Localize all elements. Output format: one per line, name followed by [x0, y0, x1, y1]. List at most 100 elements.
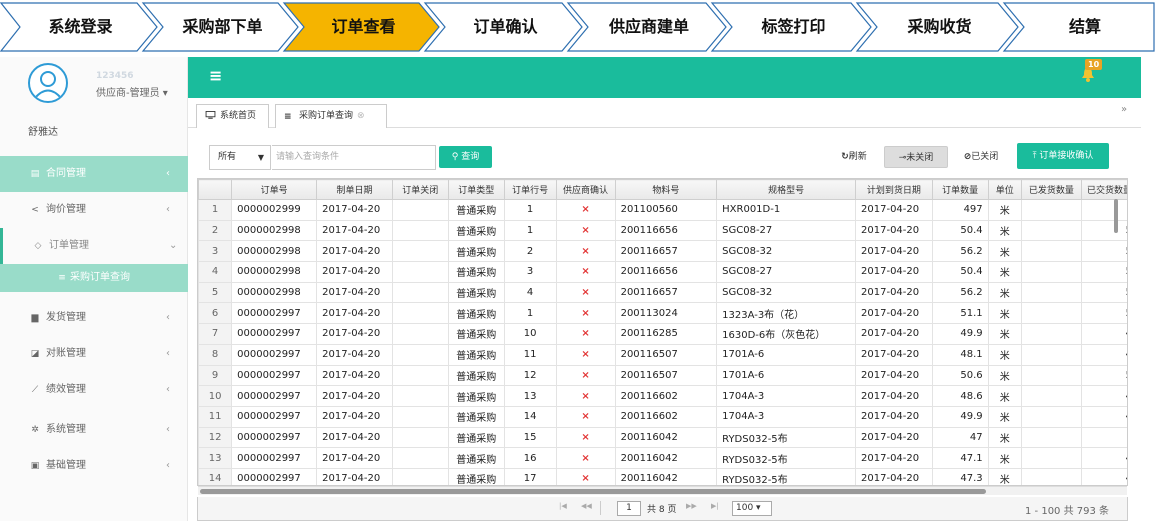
row-number: 12 [198, 426, 233, 449]
table-row[interactable]: 14 0000002997 2017-04-20 普通采购 17 × 200116042 RY… [198, 467, 1127, 485]
close-icon[interactable]: ⊗ [357, 111, 365, 121]
unclosed-filter-button[interactable]: ⊸未关闭 [884, 146, 948, 168]
table-row[interactable]: 12 0000002997 2017-04-20 普通采购 15 × 200116042 RY… [198, 426, 1127, 449]
column-header[interactable]: 供应商确认 [555, 179, 616, 200]
table-cell [1020, 199, 1082, 221]
avatar[interactable] [28, 63, 68, 103]
row-number: 10 [198, 385, 233, 407]
book-icon: ◪ [30, 349, 40, 359]
unconfirmed-icon: × [555, 261, 616, 283]
pager: |◀ ◀◀ 1 共 8 页 ▶▶ ▶| 100 ▾ 1 - 100 共 793 … [197, 497, 1128, 521]
prev-page-icon[interactable]: ◀◀ [581, 502, 592, 510]
table-row[interactable]: 3 0000002998 2017-04-20 普通采购 2 × 200116657 SGC0… [198, 240, 1127, 263]
closed-filter-button[interactable]: ⊘已关闭 [952, 146, 1010, 168]
sidebar-item-inquiry[interactable]: < 询价管理 ‹ [0, 192, 188, 228]
confirm-label: 订单接收确认 [1039, 151, 1094, 161]
column-header[interactable]: 订单号 [231, 179, 318, 200]
refresh-button[interactable]: ↻刷新 [832, 146, 876, 168]
table-row[interactable]: 13 0000002997 2017-04-20 普通采购 16 × 200116042 RY… [198, 447, 1127, 469]
sidebar-item-reconciliation[interactable]: ◪ 对账管理 ‹ [0, 336, 188, 372]
sidebar-subitem-purchase-order-query[interactable]: ≡ 采购订单查询 [0, 264, 188, 292]
column-header[interactable]: 单位 [987, 179, 1022, 200]
row-number: 1 [198, 199, 233, 221]
table-row[interactable]: 7 0000002997 2017-04-20 普通采购 10 × 200116285 163… [198, 323, 1127, 345]
doc-icon: ▣ [30, 461, 40, 471]
column-header[interactable]: 物料号 [614, 179, 718, 200]
page-size-select[interactable]: 100 ▾ [732, 501, 772, 516]
table-row[interactable]: 4 0000002998 2017-04-20 普通采购 3 × 200116656 SGC0… [198, 261, 1127, 283]
column-header[interactable]: 订单关闭 [391, 179, 449, 200]
sidebar-item-performance[interactable]: ⟋ 绩效管理 ‹ [0, 372, 188, 408]
first-page-icon[interactable]: |◀ [559, 502, 567, 510]
table-row[interactable]: 10 0000002997 2017-04-20 普通采购 13 × 200116602 17… [198, 385, 1127, 407]
chevron-left-icon: ‹ [166, 348, 170, 359]
table-cell: 0000002997 [231, 405, 318, 428]
table-cell: 米 [987, 364, 1022, 387]
column-header[interactable]: 制单日期 [316, 179, 393, 200]
next-page-icon[interactable]: ▶▶ [686, 502, 697, 510]
table-cell: 49.9 [931, 323, 989, 345]
table-cell: 普通采购 [447, 364, 505, 387]
pager-divider [600, 501, 601, 515]
table-row[interactable]: 8 0000002997 2017-04-20 普通采购 11 × 200116507 170… [198, 343, 1127, 366]
table-cell: 14 [503, 405, 557, 428]
order-receive-confirm-button[interactable]: ⤒ 订单接收确认 [1017, 143, 1109, 169]
share-icon: < [31, 205, 39, 215]
user-role-dropdown[interactable]: 供应商-管理员 ▾ [96, 84, 168, 99]
list-icon: ≡ [284, 112, 292, 122]
menu-toggle-icon[interactable]: ≡ [209, 66, 222, 85]
table-row[interactable]: 9 0000002997 2017-04-20 普通采购 12 × 200116507 170… [198, 364, 1127, 387]
table-cell: SGC08-27 [716, 261, 857, 283]
vertical-scrollbar[interactable] [1114, 199, 1118, 233]
tab-purchase-order-query[interactable]: ≡ 采购订单查询 ⊗ [275, 104, 387, 128]
horizontal-scrollbar[interactable] [200, 489, 986, 494]
row-number: 8 [198, 343, 233, 366]
column-header[interactable]: 已发货数量 [1020, 179, 1082, 200]
column-header[interactable]: 规格型号 [716, 179, 857, 200]
tab-scroll-right-icon[interactable]: » [1121, 104, 1127, 115]
table-row[interactable]: 1 0000002999 2017-04-20 普通采购 1 × 201100560 HXR0… [198, 199, 1127, 221]
column-header[interactable] [198, 179, 233, 200]
unconfirmed-icon: × [555, 302, 616, 325]
sidebar-item-orders[interactable]: ◇ 订单管理 ⌄ [0, 228, 188, 264]
table-cell: 米 [987, 261, 1022, 283]
scope-select[interactable]: 所有 ▼ [209, 145, 271, 170]
tab-home[interactable]: 系统首页 [196, 104, 269, 128]
process-step-7-label: 采购收货 [907, 17, 972, 36]
sidebar-item-label: 系统管理 [46, 424, 86, 435]
unconfirmed-icon: × [555, 467, 616, 485]
column-header[interactable]: 已交货数量 [1080, 179, 1127, 200]
process-step-8-label: 结算 [1068, 17, 1101, 36]
table-cell: 0000002997 [231, 447, 318, 469]
search-input[interactable]: 请输入查询条件 [272, 145, 436, 170]
sidebar-item-shipping[interactable]: ▆ 发货管理 ‹ [0, 300, 188, 336]
table-cell: 2017-04-20 [855, 385, 933, 407]
sidebar-item-basic[interactable]: ▣ 基础管理 ‹ [0, 448, 188, 484]
sidebar-item-contract[interactable]: ▤ 合同管理 ‹ [0, 156, 188, 192]
column-header[interactable]: 计划到货日期 [855, 179, 933, 200]
column-header[interactable]: 订单数量 [931, 179, 989, 200]
sidebar-item-system[interactable]: ✲ 系统管理 ‹ [0, 412, 188, 448]
query-button[interactable]: ⚲ 查询 [439, 146, 492, 168]
last-page-icon[interactable]: ▶| [711, 502, 719, 510]
table-cell: 56.2 [931, 240, 989, 263]
column-header[interactable]: 订单行号 [503, 179, 557, 200]
table-row[interactable]: 5 0000002998 2017-04-20 普通采购 4 × 200116657 SGC0… [198, 281, 1127, 304]
table-cell: 普通采购 [447, 219, 505, 242]
row-number: 14 [198, 467, 233, 485]
table-cell: 米 [987, 219, 1022, 242]
sidebar-item-label: 询价管理 [46, 204, 86, 215]
chevron-left-icon: ‹ [166, 312, 170, 323]
table-row[interactable]: 11 0000002997 2017-04-20 普通采购 14 × 200116602 17… [198, 405, 1127, 428]
chevron-left-icon: ‹ [166, 384, 170, 395]
process-step-1-label: 系统登录 [48, 17, 113, 36]
table-cell: 2017-04-20 [316, 405, 393, 428]
table-row[interactable]: 6 0000002997 2017-04-20 普通采购 1 × 200113024 1323… [198, 302, 1127, 325]
column-header[interactable]: 订单类型 [447, 179, 505, 200]
page-number-input[interactable]: 1 [617, 501, 641, 516]
process-step-5-label: 供应商建单 [608, 17, 689, 36]
caret-down-icon: ▼ [257, 153, 264, 162]
table-row[interactable]: 2 0000002998 2017-04-20 普通采购 1 × 200116656 SGC0… [198, 219, 1127, 242]
unconfirmed-icon: × [555, 281, 616, 304]
total-pages: 共 8 页 [647, 505, 677, 515]
